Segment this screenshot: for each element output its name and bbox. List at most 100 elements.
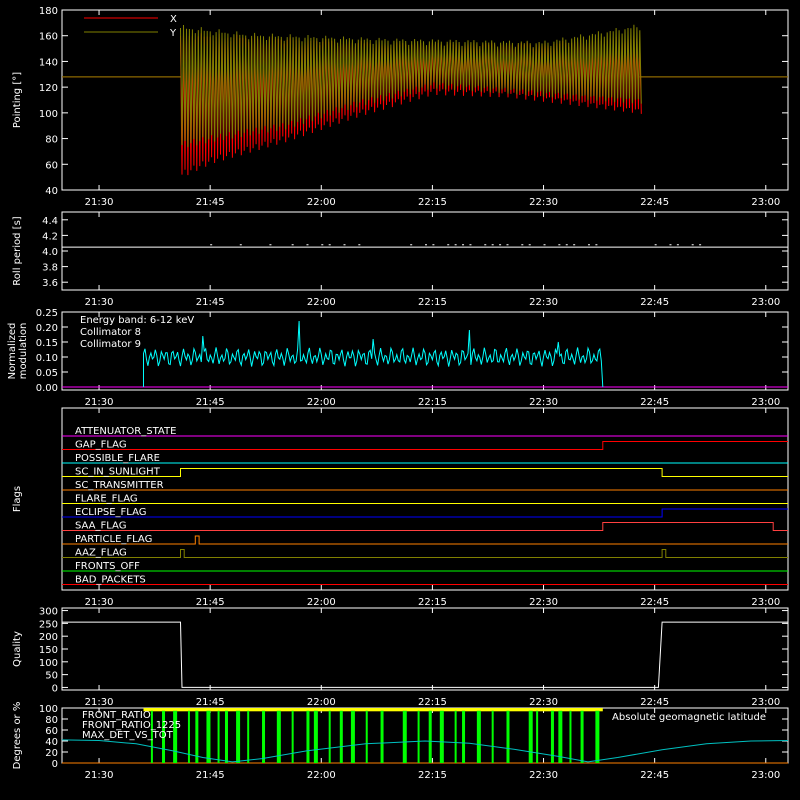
x-tick-label: 23:00 <box>751 697 780 708</box>
y-tick-label: 0.00 <box>36 383 58 394</box>
x-tick-label: 22:15 <box>418 297 447 308</box>
x-tick-label: 21:30 <box>85 770 114 781</box>
x-tick-label: 21:30 <box>85 197 114 208</box>
y-tick-label: 0.05 <box>36 368 58 379</box>
x-tick-label: 22:15 <box>418 597 447 608</box>
y-tick-label: 100 <box>39 704 58 715</box>
x-tick-label: 22:30 <box>529 597 558 608</box>
x-tick-label: 22:30 <box>529 397 558 408</box>
legend-max-det: MAX_DET_VS_TOT <box>82 730 174 741</box>
x-tick-label: 23:00 <box>751 397 780 408</box>
y-tick-label: 0 <box>52 759 58 770</box>
y-tick-label: 4.0 <box>42 247 58 258</box>
y-tick-label: 40 <box>45 737 58 748</box>
series-bar-front-ratio-1225 <box>217 710 220 763</box>
series-bar-front-ratio-1225 <box>462 710 466 763</box>
x-tick-label: 22:45 <box>640 770 669 781</box>
series-bar-front-ratio-1225 <box>439 710 444 763</box>
y-tick-label: 80 <box>45 135 58 146</box>
y-tick-label: 120 <box>39 83 58 94</box>
x-tick-label: 22:45 <box>640 297 669 308</box>
flag-label: SC_IN_SUNLIGHT <box>75 467 161 478</box>
series-bar-front-ratio-1225 <box>506 710 510 763</box>
series-bar-front-ratio-1225 <box>313 710 318 763</box>
series-bar-front-ratio-1225 <box>224 710 228 763</box>
x-tick-label: 21:45 <box>196 770 225 781</box>
y-tick-label: 160 <box>39 32 58 43</box>
flag-label: ATTENUATOR_STATE <box>75 426 176 437</box>
x-tick-label: 21:45 <box>196 597 225 608</box>
flag-label: PARTICLE_FLAG <box>75 534 152 545</box>
y-tick-label: 50 <box>45 671 58 682</box>
y-tick-label: 250 <box>39 619 58 630</box>
x-tick-label: 22:00 <box>307 397 336 408</box>
y-tick-label: 4.2 <box>42 231 58 242</box>
series-bar-front-ratio-1225 <box>528 710 533 763</box>
flag-label: FLARE_FLAG <box>75 494 138 505</box>
x-tick-label: 21:30 <box>85 697 114 708</box>
flag-label: POSSIBLE_FLARE <box>75 453 160 464</box>
series-bar-front-ratio-1225 <box>339 710 343 763</box>
x-tick-label: 22:00 <box>307 297 336 308</box>
series-bar-front-ratio-1225 <box>536 710 539 763</box>
x-tick-label: 21:45 <box>196 197 225 208</box>
y-axis-label: Flags <box>12 486 23 512</box>
series-bar-front-ratio-1225 <box>206 710 211 763</box>
series-bar-front-ratio-1225 <box>173 710 178 763</box>
x-tick-label: 21:30 <box>85 397 114 408</box>
series-bar-front-ratio-1225 <box>328 710 331 763</box>
series-bar-front-ratio-1225 <box>195 710 199 763</box>
y-tick-label: 60 <box>45 160 58 171</box>
y-axis-label: Quality <box>12 631 23 667</box>
legend-geomagnetic-latitude: Absolute geomagnetic latitude <box>612 712 766 723</box>
legend-collimator-9: Collimator 9 <box>80 339 141 350</box>
x-tick-label: 22:00 <box>307 697 336 708</box>
x-tick-label: 22:15 <box>418 197 447 208</box>
y-tick-label: 20 <box>45 748 58 759</box>
series-bar-front-ratio-1225 <box>569 710 572 763</box>
chart-background <box>0 0 800 800</box>
series-bar-front-ratio-1225 <box>350 710 355 763</box>
x-tick-label: 22:00 <box>307 597 336 608</box>
x-tick-label: 23:00 <box>751 597 780 608</box>
y-axis-label: Normalized <box>7 323 18 380</box>
y-axis-label: Degrees or % <box>12 702 23 770</box>
flag-label: SC_TRANSMITTER <box>75 480 164 491</box>
y-tick-label: 3.6 <box>42 278 58 289</box>
x-tick-label: 21:30 <box>85 297 114 308</box>
x-tick-label: 22:00 <box>307 770 336 781</box>
legend-label-X: X <box>170 14 177 25</box>
x-tick-label: 22:30 <box>529 197 558 208</box>
series-bar-front-ratio-1225 <box>236 710 241 763</box>
series-bar-front-ratio-1225 <box>402 710 407 763</box>
y-tick-label: 140 <box>39 57 58 68</box>
x-tick-label: 22:15 <box>418 770 447 781</box>
y-tick-label: 100 <box>39 109 58 120</box>
legend-label-Y: Y <box>169 28 177 39</box>
y-axis-label: Pointing [°] <box>12 72 23 128</box>
series-bar-front-ratio-1225 <box>247 710 250 763</box>
y-tick-label: 0.15 <box>36 338 58 349</box>
y-tick-label: 300 <box>39 607 58 618</box>
flag-label: GAP_FLAG <box>75 440 127 451</box>
x-tick-label: 21:45 <box>196 297 225 308</box>
series-bar-front-ratio-1225 <box>187 710 190 763</box>
x-tick-label: 22:45 <box>640 597 669 608</box>
x-tick-label: 22:45 <box>640 397 669 408</box>
y-tick-label: 150 <box>39 645 58 656</box>
series-bar-front-ratio-1225 <box>454 710 457 763</box>
y-tick-label: 0.10 <box>36 353 58 364</box>
series-bar-front-ratio-1225 <box>558 710 563 763</box>
series-bar-front-ratio-1225 <box>380 710 384 763</box>
legend-energy-band: Energy band: 6-12 keV <box>80 315 194 326</box>
x-tick-label: 21:45 <box>196 397 225 408</box>
series-bar-front-ratio-1225 <box>580 710 584 763</box>
rhessi-summary-chart: 21:30 21:45 22:00 22:15 22:30 22:45 23:00 40 60 8… <box>0 0 800 800</box>
y-tick-label: 4.4 <box>42 216 58 227</box>
x-tick-label: 23:00 <box>751 770 780 781</box>
series-bar-front-ratio-1225 <box>595 710 600 763</box>
x-tick-label: 22:30 <box>529 770 558 781</box>
flag-label: AAZ_FLAG <box>75 548 127 559</box>
series-bar-front-ratio-1225 <box>365 710 368 763</box>
y-tick-label: 80 <box>45 715 58 726</box>
